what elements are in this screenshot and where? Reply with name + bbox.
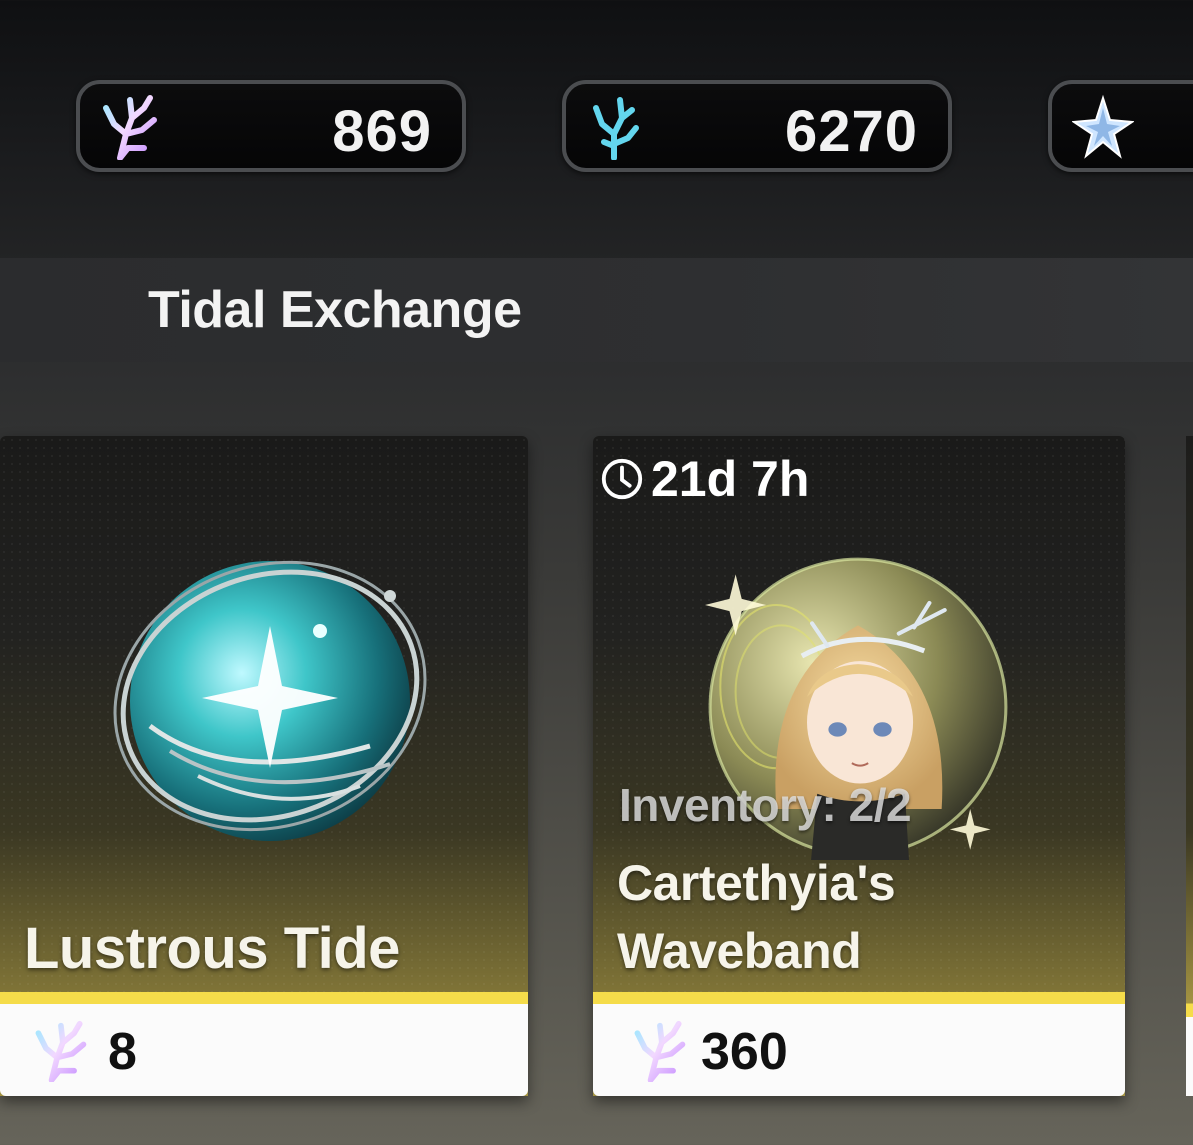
currency-amount: 6270: [784, 99, 918, 164]
inventory-count: Inventory: 2/2: [619, 779, 912, 831]
currency-amount: 869: [332, 99, 432, 164]
item-price: 360: [701, 1023, 788, 1081]
shop-item-card[interactable]: 21d 7h Inventory: 2/2 Cartethyia's Waveb…: [593, 436, 1125, 1096]
price-bar: 360: [593, 992, 1125, 1096]
coral-iridescent-icon: [35, 1020, 87, 1082]
clock-icon: [601, 458, 643, 500]
timer-text: 21d 7h: [651, 451, 810, 507]
section-title: Tidal Exchange: [148, 281, 522, 339]
star-crystal-icon: [1072, 94, 1134, 159]
item-name-line-1: Cartethyia's: [617, 855, 896, 911]
currency-pill-coral-cyan[interactable]: 6270: [562, 80, 952, 172]
coral-iridescent-icon: [634, 1020, 686, 1082]
item-name-line-2: Waveband: [617, 923, 862, 979]
timer-badge: 21d 7h: [599, 450, 809, 508]
lustrous-tide-orb-icon: [113, 560, 427, 841]
coral-cyan-icon: [593, 97, 639, 160]
item-price: 8: [108, 1023, 137, 1081]
shop-item-card[interactable]: Lustrous Tide 8: [0, 436, 528, 1096]
currency-pill-star-crystal[interactable]: [1048, 80, 1193, 172]
item-name: Lustrous Tide: [24, 916, 400, 981]
section-header: Tidal Exchange: [0, 258, 1193, 362]
coral-iridescent-icon: [103, 95, 157, 160]
shop-item-card-partial[interactable]: [1186, 436, 1193, 1096]
currency-pill-coral[interactable]: 869: [76, 80, 466, 172]
price-bar: 8: [0, 992, 528, 1096]
